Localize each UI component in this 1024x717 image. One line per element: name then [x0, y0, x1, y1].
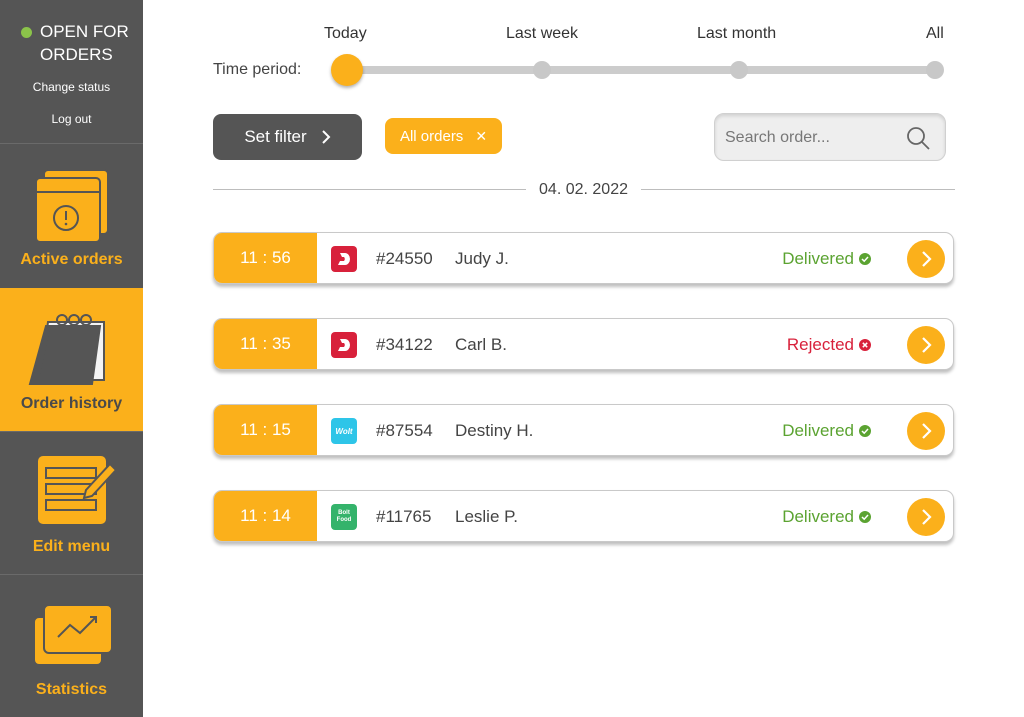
order-id: #87554	[376, 421, 433, 440]
order-status-label: Rejected	[786, 335, 854, 354]
food-logo-text: Food	[336, 517, 352, 523]
search-icon[interactable]	[905, 125, 931, 151]
order-id: #24550	[376, 249, 433, 268]
time-stop-last-month[interactable]	[730, 61, 748, 79]
check-circle-icon	[859, 425, 871, 437]
order-id: #11765	[376, 507, 432, 526]
check-circle-icon	[859, 511, 871, 523]
search-box	[714, 113, 946, 161]
chevron-right-icon	[922, 337, 932, 353]
customer-name: Destiny H.	[455, 421, 534, 440]
chevron-right-icon	[922, 423, 932, 439]
edit-menu-icon	[38, 456, 118, 524]
status-dot-icon	[21, 27, 32, 38]
order-status-label: Delivered	[782, 507, 854, 526]
change-status-link[interactable]: Change status	[0, 80, 143, 94]
time-period-label: Time period:	[213, 61, 302, 78]
customer-name: Leslie P.	[455, 507, 519, 526]
order-time: 11 : 15	[214, 405, 317, 455]
period-label-last-week[interactable]: Last week	[506, 25, 578, 43]
date-divider-line	[213, 189, 526, 190]
check-circle-icon	[859, 253, 871, 265]
chevron-right-icon	[321, 130, 331, 144]
open-order-button[interactable]	[907, 498, 945, 536]
x-circle-icon	[859, 339, 871, 351]
order-status: Rejected	[787, 335, 871, 355]
search-input[interactable]	[725, 126, 895, 150]
order-row[interactable]: 11 : 56 #24550 Judy J. Delivered	[213, 232, 954, 284]
store-status-block: OPEN FOR ORDERS Change status Log out	[0, 0, 143, 144]
store-status-text: OPEN FOR ORDERS	[40, 22, 129, 64]
chevron-right-icon	[922, 509, 932, 525]
open-order-button[interactable]	[907, 240, 945, 278]
sidebar-item-label: Edit menu	[32, 538, 111, 555]
time-stop-last-week[interactable]	[533, 61, 551, 79]
sidebar: OPEN FOR ORDERS Change status Log out Ac…	[0, 0, 143, 717]
order-time: 11 : 56	[214, 233, 317, 283]
order-status: Delivered	[782, 421, 871, 441]
sidebar-item-active-orders[interactable]: Active orders	[0, 144, 143, 287]
period-label-all[interactable]: All	[926, 25, 944, 43]
order-status-label: Delivered	[782, 249, 854, 268]
bolt-food-logo-icon: Bolt Food	[331, 504, 357, 530]
wolt-logo-icon: Wolt	[331, 418, 357, 444]
date-heading: 04. 02. 2022	[539, 181, 628, 198]
time-period-track[interactable]	[347, 66, 937, 74]
sidebar-item-label: Active orders	[20, 251, 123, 268]
close-icon[interactable]: ✕	[475, 128, 487, 145]
sidebar-item-statistics[interactable]: Statistics	[0, 574, 143, 717]
open-order-button[interactable]	[907, 326, 945, 364]
period-label-today[interactable]: Today	[324, 25, 367, 43]
time-stop-all[interactable]	[926, 61, 944, 79]
order-row[interactable]: 11 : 35 #34122 Carl B. Rejected	[213, 318, 954, 370]
order-status-label: Delivered	[782, 421, 854, 440]
customer-name: Carl B.	[455, 335, 507, 354]
period-label-last-month[interactable]: Last month	[697, 25, 776, 43]
sidebar-item-label: Order history	[20, 395, 123, 412]
filter-chip-label: All orders	[399, 127, 464, 145]
chevron-right-icon	[922, 251, 932, 267]
order-row[interactable]: 11 : 15 Wolt #87554 Destiny H. Delivered	[213, 404, 954, 456]
order-row[interactable]: 11 : 14 Bolt Food #11765 Leslie P. Deliv…	[213, 490, 954, 542]
order-time: 11 : 35	[214, 319, 317, 369]
order-time: 11 : 14	[214, 491, 317, 541]
order-status: Delivered	[782, 507, 871, 527]
active-orders-icon	[35, 169, 109, 243]
delivery-d-logo-icon	[331, 332, 357, 358]
time-period-knob[interactable]	[331, 54, 363, 86]
delivery-d-logo-icon	[331, 246, 357, 272]
sidebar-item-label: Statistics	[35, 681, 108, 698]
open-order-button[interactable]	[907, 412, 945, 450]
statistics-icon	[33, 604, 113, 666]
calendar-icon	[28, 314, 105, 385]
sidebar-item-edit-menu[interactable]: Edit menu	[0, 431, 143, 574]
sidebar-item-order-history[interactable]: Order history	[0, 288, 143, 431]
filter-chip: All orders ✕	[385, 118, 502, 154]
logout-link[interactable]: Log out	[0, 112, 143, 126]
set-filter-button[interactable]: Set filter	[213, 114, 362, 160]
date-divider-line	[641, 189, 955, 190]
order-status: Delivered	[782, 249, 871, 269]
bolt-logo-text: Bolt	[338, 510, 350, 516]
customer-name: Judy J.	[455, 249, 509, 268]
order-id: #34122	[376, 335, 433, 354]
set-filter-label: Set filter	[244, 127, 307, 146]
